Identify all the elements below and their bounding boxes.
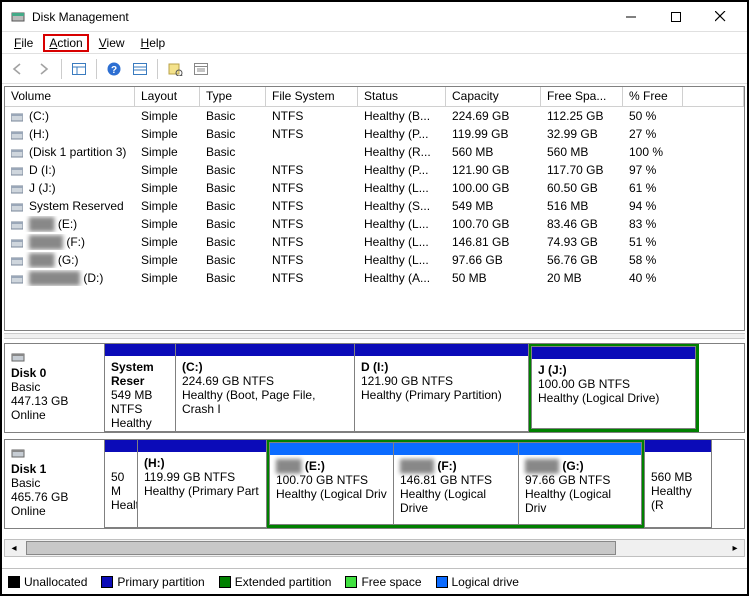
col-type[interactable]: Type <box>200 87 266 106</box>
volume-row[interactable]: System ReservedSimpleBasicNTFSHealthy (S… <box>5 197 744 215</box>
menu-view[interactable]: View <box>93 34 131 52</box>
col-status[interactable]: Status <box>358 87 446 106</box>
volume-row[interactable]: (H:)SimpleBasicNTFSHealthy (P...119.99 G… <box>5 125 744 143</box>
partition[interactable]: 560 MBHealthy (R <box>644 439 712 528</box>
disk-row: Disk 0Basic447.13 GBOnlineSystem Reser54… <box>4 343 745 433</box>
legend-label-unallocated: Unallocated <box>24 575 87 589</box>
drive-icon <box>11 183 25 195</box>
volume-row[interactable]: ███ (G:)SimpleBasicNTFSHealthy (L...97.6… <box>5 251 744 269</box>
legend-swatch-extended <box>219 576 231 588</box>
col-capacity[interactable]: Capacity <box>446 87 541 106</box>
drive-icon <box>11 201 25 213</box>
menu-help[interactable]: Help <box>135 34 172 52</box>
disk-icon <box>11 350 25 364</box>
volume-list[interactable]: Volume Layout Type File System Status Ca… <box>4 86 745 331</box>
menu-file[interactable]: File <box>8 34 39 52</box>
back-button[interactable] <box>6 57 30 81</box>
disk-row: Disk 1Basic465.76 GBOnline50 MHealt(H:)1… <box>4 439 745 529</box>
scroll-thumb[interactable] <box>26 541 616 555</box>
properties-button[interactable] <box>189 57 213 81</box>
legend-swatch-unallocated <box>8 576 20 588</box>
partition[interactable]: ███ (E:)100.70 GB NTFSHealthy (Logical D… <box>269 442 394 525</box>
volume-row[interactable]: D (I:)SimpleBasicNTFSHealthy (P...121.90… <box>5 161 744 179</box>
drive-icon <box>11 219 25 231</box>
disk-label[interactable]: Disk 0Basic447.13 GBOnline <box>5 344 105 432</box>
extended-partition-group: J (J:)100.00 GB NTFSHealthy (Logical Dri… <box>529 344 699 432</box>
legend-swatch-logical <box>436 576 448 588</box>
window-title: Disk Management <box>32 10 608 24</box>
scroll-right-arrow[interactable]: ▸ <box>726 540 744 556</box>
volume-row[interactable]: (C:)SimpleBasicNTFSHealthy (B...224.69 G… <box>5 107 744 125</box>
volume-row[interactable]: ██████ (D:)SimpleBasicNTFSHealthy (A...5… <box>5 269 744 287</box>
col-filesystem[interactable]: File System <box>266 87 358 106</box>
drive-icon <box>11 111 25 123</box>
volume-row[interactable]: (Disk 1 partition 3)SimpleBasicHealthy (… <box>5 143 744 161</box>
scroll-left-arrow[interactable]: ◂ <box>5 540 23 556</box>
forward-button[interactable] <box>32 57 56 81</box>
partition[interactable]: D (I:)121.90 GB NTFSHealthy (Primary Par… <box>354 343 529 432</box>
legend: Unallocated Primary partition Extended p… <box>2 568 747 594</box>
drive-icon <box>11 237 25 249</box>
extended-partition-group: ███ (E:)100.70 GB NTFSHealthy (Logical D… <box>267 440 645 528</box>
disk-icon <box>11 446 25 460</box>
svg-text:?: ? <box>111 65 117 76</box>
drive-icon <box>11 255 25 267</box>
col-volume[interactable]: Volume <box>5 87 135 106</box>
maximize-button[interactable] <box>653 3 698 31</box>
menu-bar: File Action View Help <box>2 32 747 54</box>
view-panel-button[interactable] <box>67 57 91 81</box>
drive-icon <box>11 129 25 141</box>
table-view-button[interactable] <box>128 57 152 81</box>
drive-icon <box>11 165 25 177</box>
close-button[interactable] <box>698 3 743 31</box>
legend-swatch-freespace <box>345 576 357 588</box>
partition[interactable]: (C:)224.69 GB NTFSHealthy (Boot, Page Fi… <box>175 343 355 432</box>
drive-icon <box>11 273 25 285</box>
legend-label-logical: Logical drive <box>452 575 519 589</box>
disk-graphical-view: Disk 0Basic447.13 GBOnlineSystem Reser54… <box>4 339 745 568</box>
disk-label[interactable]: Disk 1Basic465.76 GBOnline <box>5 440 105 528</box>
partition[interactable]: 50 MHealt <box>104 439 138 528</box>
minimize-button[interactable] <box>608 3 653 31</box>
legend-label-extended: Extended partition <box>235 575 332 589</box>
legend-label-freespace: Free space <box>361 575 421 589</box>
drive-icon <box>11 147 25 159</box>
col-end[interactable] <box>683 87 744 106</box>
volume-row[interactable]: ████ (F:)SimpleBasicNTFSHealthy (L...146… <box>5 233 744 251</box>
menu-action[interactable]: Action <box>43 34 88 52</box>
horizontal-scrollbar[interactable]: ◂ ▸ <box>4 539 745 557</box>
app-icon <box>10 9 26 25</box>
col-freespace[interactable]: Free Spa... <box>541 87 623 106</box>
col-pctfree[interactable]: % Free <box>623 87 683 106</box>
refresh-properties-button[interactable] <box>163 57 187 81</box>
legend-swatch-primary <box>101 576 113 588</box>
partition[interactable]: (H:)119.99 GB NTFSHealthy (Primary Part <box>137 439 267 528</box>
disk-partitions: 50 MHealt(H:)119.99 GB NTFSHealthy (Prim… <box>105 440 744 528</box>
partition[interactable]: ████ (G:)97.66 GB NTFSHealthy (Logical D… <box>518 442 642 525</box>
disk-partitions: System Reser549 MB NTFSHealthy (Syste(C:… <box>105 344 744 432</box>
volume-row[interactable]: ███ (E:)SimpleBasicNTFSHealthy (L...100.… <box>5 215 744 233</box>
title-bar: Disk Management <box>2 2 747 32</box>
legend-label-primary: Primary partition <box>117 575 204 589</box>
partition[interactable]: J (J:)100.00 GB NTFSHealthy (Logical Dri… <box>531 346 696 429</box>
volume-row[interactable]: J (J:)SimpleBasicNTFSHealthy (L...100.00… <box>5 179 744 197</box>
toolbar: ? <box>2 54 747 84</box>
volume-list-header: Volume Layout Type File System Status Ca… <box>5 87 744 107</box>
help-button[interactable]: ? <box>102 57 126 81</box>
col-layout[interactable]: Layout <box>135 87 200 106</box>
partition[interactable]: ████ (F:)146.81 GB NTFSHealthy (Logical … <box>393 442 519 525</box>
partition[interactable]: System Reser549 MB NTFSHealthy (Syste <box>104 343 176 432</box>
